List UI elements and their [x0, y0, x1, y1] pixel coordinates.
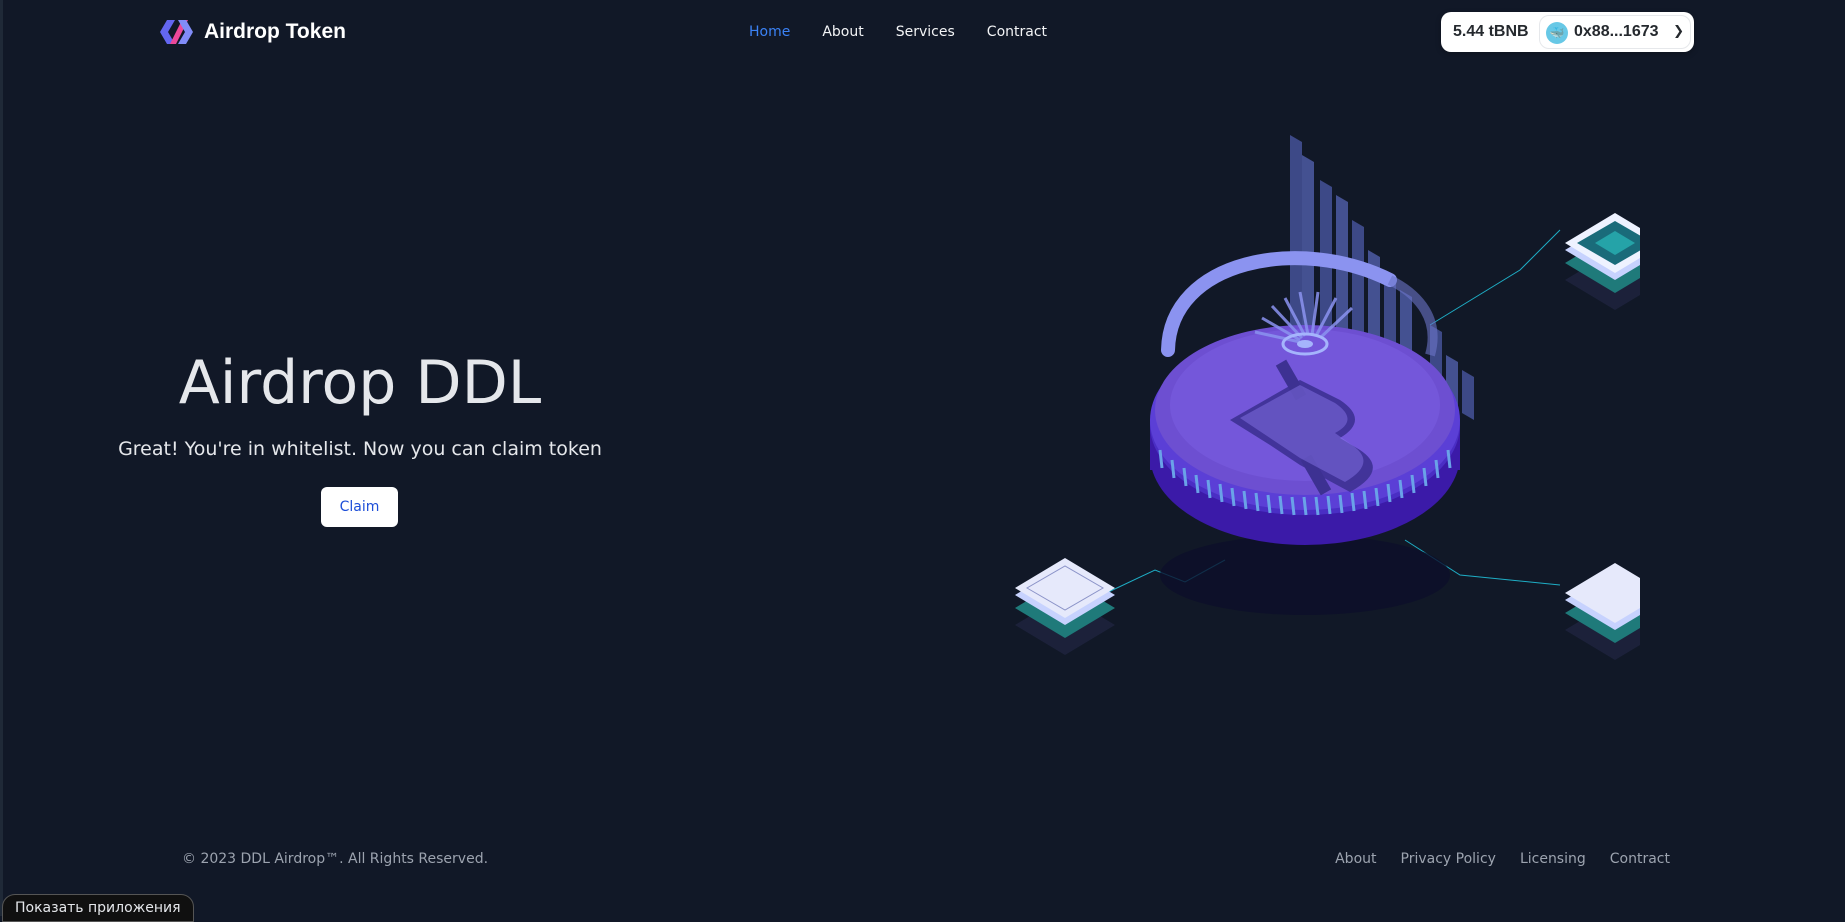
- footer-copyright: © 2023 DDL Airdrop™. All Rights Reserved…: [182, 851, 489, 867]
- footer-link-about[interactable]: About: [1335, 849, 1376, 869]
- site-header: Airdrop Token Home About Services Contra…: [0, 0, 1845, 64]
- nav-about[interactable]: About: [822, 22, 863, 42]
- footer-link-privacy[interactable]: Privacy Policy: [1401, 849, 1496, 869]
- brand[interactable]: Airdrop Token: [158, 16, 346, 48]
- wallet-balance[interactable]: 5.44 tBNB: [1453, 12, 1529, 52]
- node-bottom-left: [1015, 558, 1115, 655]
- show-apps-button[interactable]: Показать приложения: [2, 894, 194, 922]
- coin-graphic: [1150, 325, 1460, 545]
- chevron-down-icon: ❯: [1673, 24, 1684, 39]
- main-nav: Home About Services Contract: [749, 22, 1079, 42]
- nav-services[interactable]: Services: [896, 22, 955, 42]
- claim-button[interactable]: Claim: [321, 487, 398, 527]
- node-bottom-right: [1565, 563, 1640, 660]
- footer-links: About Privacy Policy Licensing Contract: [1311, 849, 1670, 869]
- account-address: 0x88...1673: [1574, 23, 1659, 40]
- footer-link-licensing[interactable]: Licensing: [1520, 849, 1586, 869]
- node-top-right: [1565, 213, 1640, 310]
- footer-link-contract[interactable]: Contract: [1610, 849, 1670, 869]
- nav-home[interactable]: Home: [749, 22, 790, 42]
- account-button[interactable]: 🐳 0x88...1673 ❯: [1539, 15, 1691, 49]
- nav-contract[interactable]: Contract: [987, 22, 1047, 42]
- hero-subtitle: Great! You're in whitelist. Now you can …: [118, 438, 602, 460]
- hero-title: Airdrop DDL: [178, 348, 542, 418]
- brand-name: Airdrop Token: [204, 20, 346, 43]
- wallet-connect: 5.44 tBNB 🐳 0x88...1673 ❯: [1441, 12, 1694, 52]
- brand-logo-icon: [160, 20, 193, 44]
- crypto-coin-illustration: [1015, 135, 1640, 660]
- account-avatar-icon: 🐳: [1546, 22, 1568, 44]
